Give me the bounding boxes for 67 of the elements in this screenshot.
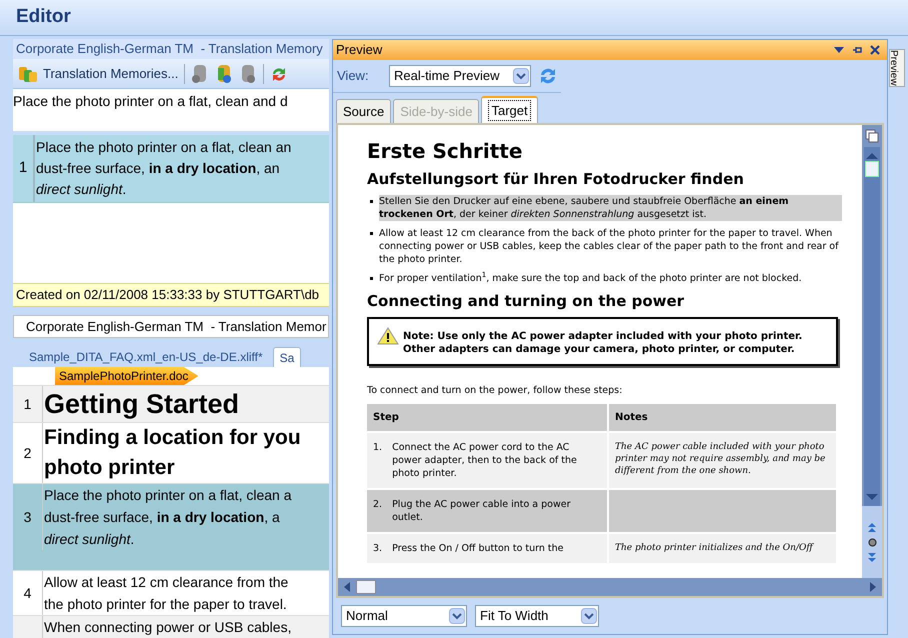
row-number: 1: [18, 158, 28, 178]
scroll-right-icon[interactable]: [870, 582, 876, 592]
table-cell: The AC power cable included with your photo printer may not require assembly, and may be different from the one shown.: [609, 433, 836, 488]
segment-number: 4: [22, 584, 32, 602]
bullet-icon: [370, 232, 373, 235]
segment-text: Getting Started: [42, 386, 240, 422]
side-tab[interactable]: Preview: [889, 49, 905, 87]
document-heading: Erste Schritte: [367, 139, 524, 163]
note-text: Note: Use only the AC power adapter included with your photo printer. Other adapters can damage your camera, photo printer, or computer.: [403, 330, 804, 356]
horizontal-scrollbar[interactable]: [338, 578, 882, 596]
vertical-scrollbar[interactable]: [862, 125, 882, 578]
bullet-text: Allow at least 12 cm clearance from the back of the photo printer for the paper to travel. When connecting power or USB cables, keep the cables clear of the paper path to the front and rear of the photo printer.: [379, 227, 840, 266]
tm-result-row[interactable]: 1 Place the photo printer on a flat, clean an dust-free surface, in a dry location, an direct sunlight.: [13, 135, 329, 203]
bullet-text: For proper ventilation$^{1}$, make sure the top and back of the photo printer are not blocked.: [379, 272, 802, 285]
segment-number: 2: [22, 444, 32, 462]
database-download-icon[interactable]: [215, 64, 234, 84]
segment-row[interactable]: 4 Allow at least 12 cm clearance from the the photo printer for the paper to travel.: [13, 571, 329, 616]
scroll-up-icon[interactable]: [866, 151, 878, 159]
status-text: Created on 02/11/2008 15:33:33 by STUTTGART\db: [13, 283, 329, 307]
segment-row[interactable]: When connecting power or USB cables,: [13, 616, 329, 638]
database-stack-icon: [18, 64, 38, 82]
bullet-text: Stellen Sie den Drucker auf eine ebene, saubere und staubfreie Oberfläche an einem trockenen Ort, der keiner direkten Sonnenstrahlung ausgesetzt ist.: [379, 195, 842, 221]
segment-number: 3: [22, 508, 32, 526]
scroll-down-icon[interactable]: [866, 494, 878, 502]
view-select[interactable]: Real-time Preview: [389, 65, 531, 87]
browse-object-icon[interactable]: [868, 538, 876, 546]
fit-select[interactable]: Fit To Width: [475, 605, 599, 627]
table-cell: The photo printer initializes and the On/Off: [609, 534, 836, 563]
segment-number: 1: [22, 394, 32, 414]
bullet-icon: [370, 200, 373, 203]
close-icon[interactable]: [870, 45, 880, 55]
document-tag: SamplePhotoPrinter.doc: [55, 367, 198, 385]
page-icon: [865, 129, 879, 143]
warning-icon: [377, 327, 399, 345]
pin-icon[interactable]: [852, 45, 862, 55]
panel-title: Corporate English-German TM - Translation Memory: [13, 39, 329, 59]
database-forward-icon[interactable]: [239, 64, 258, 84]
window-title: Editor: [0, 0, 908, 36]
table-cell: 2. Plug the AC power cable into a power outlet.: [367, 490, 607, 532]
scroll-left-icon[interactable]: [344, 582, 350, 592]
table-cell: 1. Connect the AC power cord to the AC power adapter, then to the back of the photo printer.: [367, 433, 607, 488]
next-page-icon[interactable]: [868, 552, 876, 562]
refresh-icon[interactable]: [539, 67, 557, 85]
segment-row[interactable]: 2 Finding a location for you photo printer: [13, 423, 329, 484]
section-heading: Connecting and turning on the power: [367, 291, 686, 311]
segment-text: Allow at least 12 cm clearance from the the photo printer for the paper to travel.: [42, 571, 288, 615]
segment-row[interactable]: 1 Getting Started: [13, 386, 329, 423]
table-cell: 3. Press the On / Off button to turn the: [367, 534, 607, 563]
dropdown-arrow-icon[interactable]: [834, 47, 844, 53]
table-header: Notes: [609, 404, 836, 431]
document-subheading: Aufstellungsort für Ihren Fotodrucker finden: [367, 169, 745, 189]
panel-title: Preview: [336, 41, 382, 60]
segment-row[interactable]: 3 Place the photo printer on a flat, clean a dust-free surface, in a dry location, a direct sunlight.: [13, 484, 329, 571]
scroll-thumb[interactable]: [356, 580, 376, 594]
bullet-icon: [370, 277, 373, 280]
intro-text: To connect and turn on the power, follow these steps:: [367, 384, 624, 397]
segment-text: Place the photo printer on a flat, clean a dust-free surface, in a dry location, a direct sunlight.: [42, 484, 292, 550]
table-header: Step: [367, 404, 607, 431]
mode-tab[interactable]: Target: [481, 96, 538, 123]
tm-tab[interactable]: Corporate English-German TM - Translation Memor: [13, 315, 329, 338]
previous-page-icon[interactable]: [868, 522, 876, 532]
segment-text: Finding a location for you photo printer: [42, 423, 301, 483]
zoom-select[interactable]: Normal: [341, 605, 467, 627]
mode-tab[interactable]: Source: [336, 99, 392, 123]
segment-text: When connecting power or USB cables,: [42, 616, 292, 638]
document-tab[interactable]: Sa: [272, 347, 302, 367]
view-label: View:: [337, 67, 370, 86]
